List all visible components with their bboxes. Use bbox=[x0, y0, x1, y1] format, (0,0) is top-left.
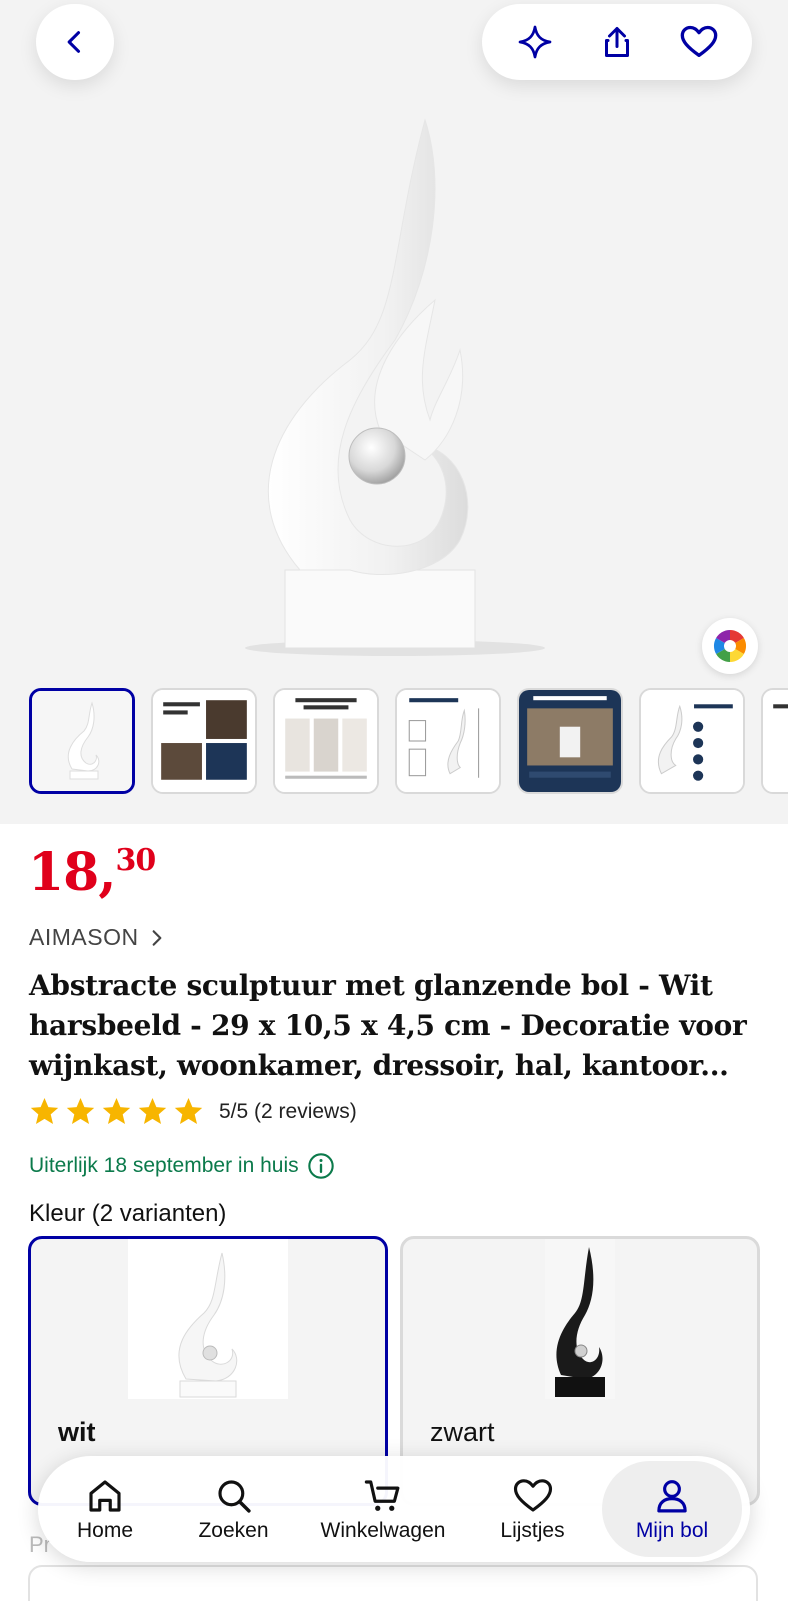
brand-name: AIMASON bbox=[29, 924, 139, 950]
variants-label: Kleur (2 varianten) bbox=[29, 1200, 227, 1227]
product-price: 18,30 bbox=[28, 842, 156, 903]
nav-label: Lijstjes bbox=[500, 1519, 565, 1542]
star-icon bbox=[102, 1097, 131, 1125]
thumbnail-1[interactable] bbox=[29, 688, 135, 794]
back-button[interactable] bbox=[36, 4, 114, 80]
ai-assistant-button[interactable] bbox=[505, 12, 565, 72]
user-icon bbox=[657, 1480, 687, 1513]
product-rating[interactable]: 5/5 (2 reviews) bbox=[29, 1096, 357, 1127]
brand-link[interactable]: AIMASON bbox=[29, 924, 167, 951]
nav-cart[interactable]: Winkelwagen bbox=[303, 1461, 463, 1557]
white-sculpture-image bbox=[178, 1252, 238, 1398]
delivery-text: Uiterlijk 18 september in huis bbox=[29, 1154, 299, 1177]
price-euros: 18, bbox=[28, 842, 116, 903]
section-card[interactable] bbox=[28, 1565, 758, 1601]
home-icon bbox=[89, 1480, 121, 1512]
nav-home[interactable]: Home bbox=[46, 1461, 164, 1557]
black-sculpture-image bbox=[555, 1247, 605, 1397]
thumbnail-image bbox=[641, 690, 743, 792]
thumbnail-5[interactable] bbox=[517, 688, 623, 794]
favorite-button[interactable] bbox=[669, 12, 729, 72]
thumbnail-image bbox=[519, 690, 621, 792]
variant-image bbox=[403, 1239, 757, 1409]
variant-image bbox=[31, 1239, 385, 1409]
thumbnail-strip[interactable] bbox=[0, 688, 788, 796]
cart-icon bbox=[364, 1480, 400, 1511]
thumbnail-2[interactable] bbox=[151, 688, 257, 794]
star-icon bbox=[30, 1097, 59, 1125]
thumbnail-image bbox=[763, 690, 788, 792]
product-title: Abstracte sculptuur met glanzende bol - … bbox=[29, 969, 747, 1082]
share-icon bbox=[605, 27, 629, 57]
thumbnail-4[interactable] bbox=[395, 688, 501, 794]
product-main-image[interactable] bbox=[230, 100, 560, 670]
chevron-right-icon bbox=[152, 929, 161, 946]
thumbnail-6[interactable] bbox=[639, 688, 745, 794]
color-wheel-icon bbox=[713, 629, 747, 663]
price-cents: 30 bbox=[115, 843, 156, 878]
nav-my-account[interactable]: Mijn bol bbox=[602, 1461, 742, 1557]
thumbnail-7[interactable] bbox=[761, 688, 788, 794]
star-icon bbox=[138, 1097, 167, 1125]
nav-label: Zoeken bbox=[198, 1519, 269, 1542]
delivery-info[interactable]: Uiterlijk 18 september in huis bbox=[29, 1152, 335, 1180]
nav-lists[interactable]: Lijstjes bbox=[474, 1461, 592, 1557]
chevron-left-icon bbox=[67, 31, 81, 53]
product-image-gallery bbox=[0, 0, 788, 824]
info-icon[interactable] bbox=[307, 1152, 335, 1180]
product-actions bbox=[482, 4, 752, 80]
variant-label: zwart bbox=[430, 1417, 495, 1447]
nav-search[interactable]: Zoeken bbox=[175, 1461, 293, 1557]
nav-label: Mijn bol bbox=[635, 1519, 709, 1542]
nav-label: Winkelwagen bbox=[320, 1519, 446, 1542]
star-icon bbox=[174, 1097, 203, 1125]
heart-icon bbox=[513, 1479, 552, 1512]
share-button[interactable] bbox=[587, 12, 647, 72]
heart-icon bbox=[680, 25, 718, 57]
search-icon bbox=[217, 1480, 251, 1513]
variant-label: wit bbox=[58, 1417, 96, 1447]
thumbnail-3[interactable] bbox=[273, 688, 379, 794]
thumbnail-image bbox=[275, 690, 377, 792]
color-options-button[interactable] bbox=[702, 618, 758, 674]
thumbnail-image bbox=[397, 690, 499, 792]
thumbnail-image bbox=[32, 691, 132, 791]
bottom-navigation: Home Zoeken Winkelwagen Lijstjes Mijn bo… bbox=[38, 1456, 750, 1562]
nav-label: Home bbox=[76, 1519, 134, 1542]
star-icon bbox=[66, 1097, 95, 1125]
thumbnail-image bbox=[153, 690, 255, 792]
sparkle-icon bbox=[518, 25, 552, 59]
rating-text: 5/5 (2 reviews) bbox=[219, 1099, 357, 1123]
